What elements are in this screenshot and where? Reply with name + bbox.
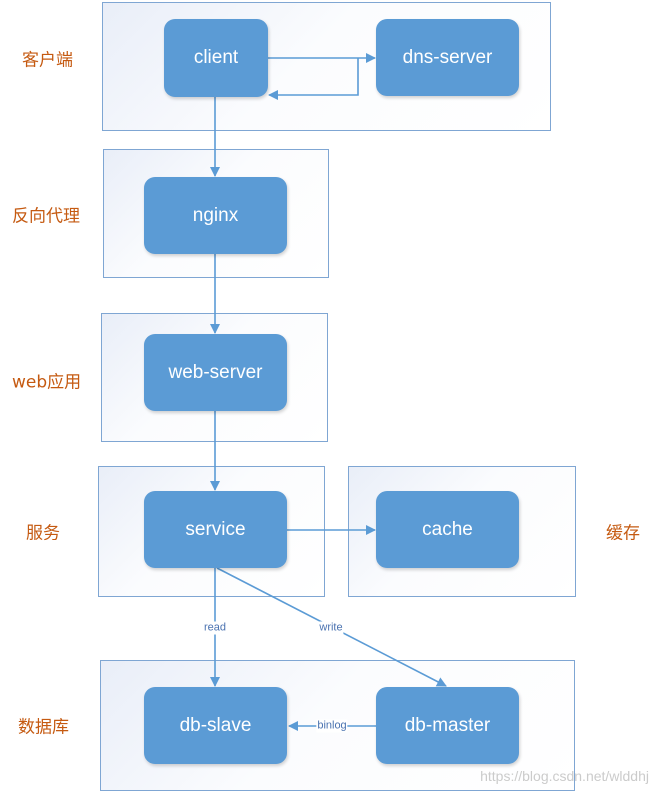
node-service: service	[144, 491, 287, 568]
node-cache: cache	[376, 491, 519, 568]
node-dns-server: dns-server	[376, 19, 519, 96]
watermark: https://blog.csdn.net/wlddhj	[480, 768, 649, 784]
node-db-master: db-master	[376, 687, 519, 764]
edge-label-read: read	[202, 621, 228, 635]
architecture-diagram: 客户端 反向代理 web应用 服务 缓存 数据库 client dns-serv…	[0, 0, 657, 792]
node-client: client	[164, 19, 268, 97]
node-db-slave: db-slave	[144, 687, 287, 764]
node-nginx: nginx	[144, 177, 287, 254]
edge-dns-client	[268, 58, 359, 100]
edge-label-write: write	[318, 621, 344, 635]
node-web-server: web-server	[144, 334, 287, 411]
connectors	[210, 53, 447, 731]
edge-label-binlog: binlog	[316, 719, 348, 733]
